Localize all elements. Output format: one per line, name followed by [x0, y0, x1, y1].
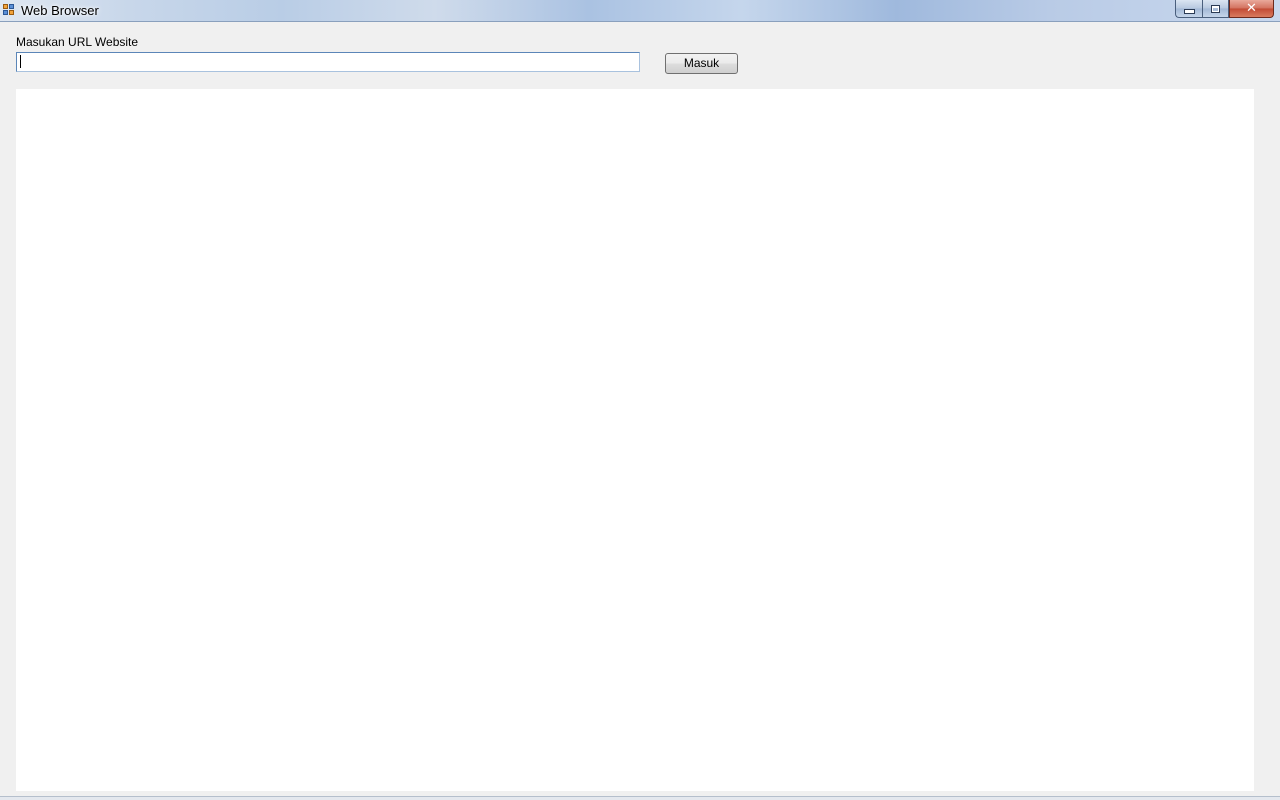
web-browser-view[interactable]: [16, 89, 1254, 791]
window-title: Web Browser: [21, 3, 99, 18]
window-controls: ✕: [1175, 0, 1274, 18]
close-button[interactable]: ✕: [1229, 0, 1274, 18]
maximize-button[interactable]: [1202, 0, 1229, 18]
title-bar[interactable]: Web Browser ✕: [0, 0, 1280, 22]
window-bottom-edge: [0, 796, 1280, 800]
url-input[interactable]: [16, 52, 640, 72]
close-icon: ✕: [1246, 1, 1257, 16]
url-label: Masukan URL Website: [16, 35, 139, 49]
app-window: Web Browser ✕ Masukan URL Website Masuk: [0, 0, 1280, 800]
text-caret: [20, 55, 21, 68]
application-icon[interactable]: [3, 4, 15, 16]
submit-button[interactable]: Masuk: [665, 53, 738, 74]
minimize-button[interactable]: [1175, 0, 1202, 18]
maximize-icon: [1211, 4, 1220, 13]
minimize-icon: [1183, 9, 1195, 14]
